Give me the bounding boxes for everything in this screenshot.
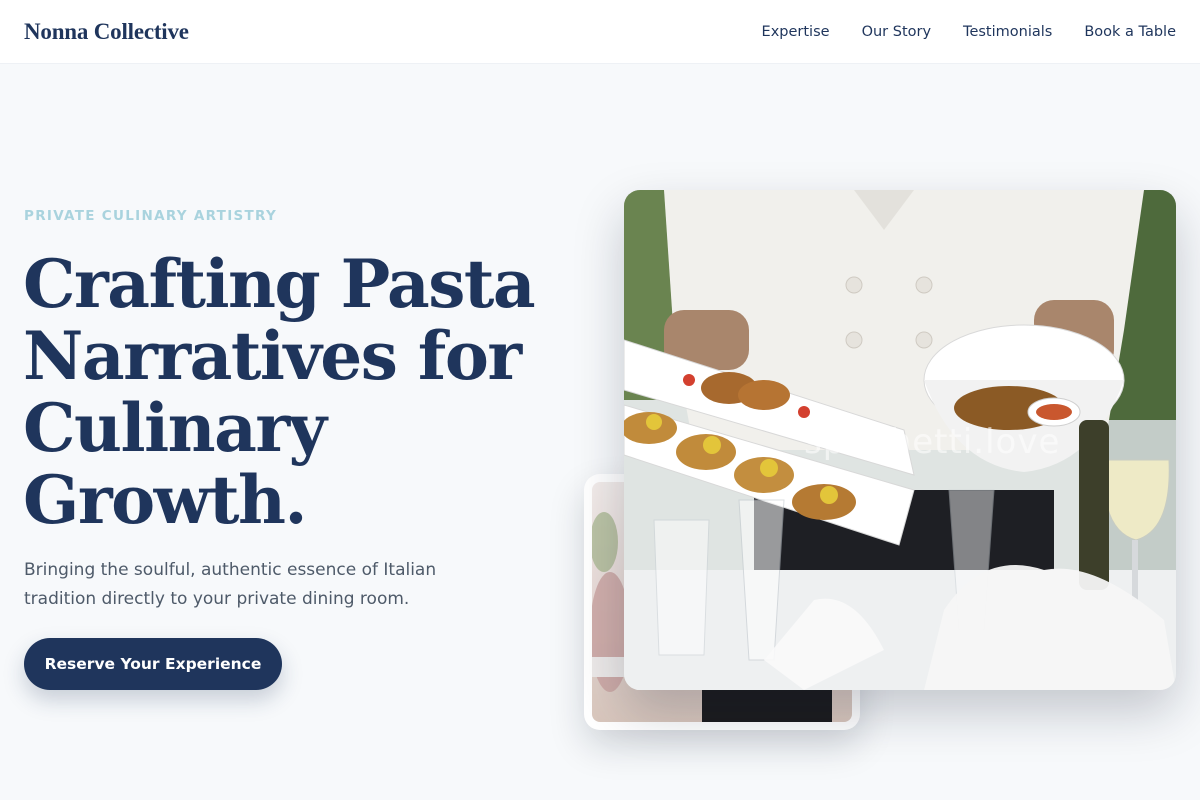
headline-line: Crafting Pasta: [23, 245, 536, 323]
nav-link-book-a-table[interactable]: Book a Table: [1084, 24, 1176, 40]
headline-line: Culinary: [23, 389, 327, 467]
hero-eyebrow: PRIVATE CULINARY ARTISTRY: [24, 208, 278, 224]
reserve-experience-button[interactable]: Reserve Your Experience: [24, 638, 282, 690]
headline-line: Narratives for: [23, 317, 522, 395]
brand-logo[interactable]: Nonna Collective: [24, 19, 189, 45]
hero-subtitle: Bringing the soulful, authentic essence …: [24, 560, 437, 609]
photo-watermark: spaghetti.love: [804, 422, 1061, 462]
nav-link-our-story[interactable]: Our Story: [862, 24, 931, 40]
chef-serving-photo: spaghetti.love: [624, 190, 1176, 690]
main-nav: Expertise Our Story Testimonials Book a …: [762, 23, 1176, 41]
nav-link-expertise[interactable]: Expertise: [762, 24, 830, 40]
hero-headline: Crafting Pasta Narratives for Culinary G…: [23, 248, 563, 536]
headline-line: Growth.: [23, 461, 307, 539]
site-header: Nonna Collective Expertise Our Story Tes…: [0, 0, 1200, 64]
nav-link-testimonials[interactable]: Testimonials: [963, 24, 1052, 40]
